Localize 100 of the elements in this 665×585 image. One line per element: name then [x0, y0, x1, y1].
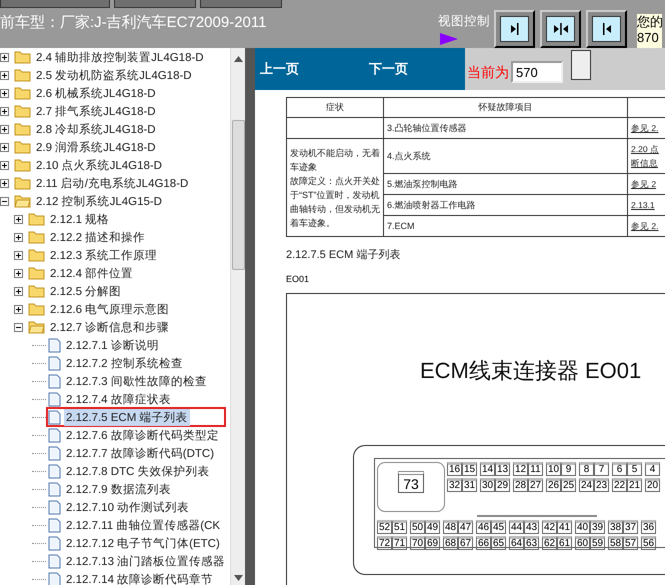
table-header-cell: 症状: [286, 98, 384, 118]
vehicle-model-text: 前车型：厂家:J-吉利汽车EC72009-2011: [0, 13, 266, 32]
go-button[interactable]: [571, 50, 591, 80]
reference-link[interactable]: 断信息: [631, 156, 663, 170]
expand-toggle[interactable]: [14, 232, 23, 242]
collapse-toggle[interactable]: [0, 196, 9, 206]
document-icon: [48, 338, 61, 352]
pin-label: 7: [594, 462, 609, 476]
pin-label: 61: [557, 536, 572, 550]
tab-button[interactable]: [200, 0, 282, 8]
previous-page-link[interactable]: 上一页: [260, 60, 299, 78]
folder-icon: [14, 176, 31, 190]
pin-label: 68: [443, 536, 458, 550]
expand-toggle[interactable]: [14, 214, 23, 224]
pin-label: 31: [462, 478, 477, 492]
page-number-field[interactable]: 570: [511, 61, 563, 83]
pin-label: 42: [542, 520, 557, 534]
document-icon: [48, 410, 61, 424]
expand-toggle[interactable]: [0, 124, 9, 134]
document-icon: [48, 374, 61, 388]
tab-button[interactable]: [114, 0, 196, 8]
pin-label: 69: [425, 536, 440, 550]
tree-item[interactable]: 2.12.7.9 数据流列表: [64, 480, 173, 498]
tree-item[interactable]: 2.12.4 部件位置: [48, 264, 136, 282]
next-page-link[interactable]: 下一页: [369, 60, 408, 78]
tree-item[interactable]: 2.12.7.13 油门踏板位置传感器: [64, 552, 228, 570]
pin-label: 23: [594, 478, 609, 492]
document-icon: [48, 482, 61, 496]
tree-item[interactable]: 2.4 辅助排放控制装置JL4G18-D: [34, 48, 206, 66]
tree-item[interactable]: 2.5 发动机防盗系统JL4G18-D: [34, 66, 194, 84]
tree-item[interactable]: 2.12.7 诊断信息和步骤: [48, 318, 172, 336]
view-button[interactable]: [540, 10, 581, 48]
tree-item[interactable]: 2.11 启动/充电系统JL4G18-D: [34, 174, 190, 192]
document-icon: [48, 356, 61, 370]
scrollbar[interactable]: [230, 48, 245, 585]
pin-label: 47: [458, 520, 473, 534]
tree-item[interactable]: 2.6 机械系统JL4G18-D: [34, 84, 158, 102]
folder-icon: [14, 104, 31, 118]
expand-toggle[interactable]: [0, 52, 9, 62]
tree-item[interactable]: 2.12.7.12 电子节气门体(ETC): [64, 534, 222, 552]
tree-item[interactable]: 2.7 排气系统JL4G18-D: [34, 102, 158, 120]
scroll-up-icon[interactable]: [234, 56, 242, 62]
tree-item[interactable]: 2.10 点火系统JL4G18-D: [34, 156, 164, 174]
pin-label: 72: [377, 536, 392, 550]
tree-item[interactable]: 2.8 冷却系统JL4G18-D: [34, 120, 158, 138]
pin-label: 22: [612, 478, 627, 492]
tree-item[interactable]: 2.12.7.5 ECM 端子列表: [64, 408, 190, 426]
folder-icon: [28, 284, 45, 298]
pin-label: 27: [528, 478, 543, 492]
pin-label: 52: [377, 520, 392, 534]
tree-item[interactable]: 2.12.7.4 故障症状表: [64, 390, 173, 408]
pin-label: 64: [509, 536, 524, 550]
tree-item[interactable]: 2.9 润滑系统JL4G18-D: [34, 138, 158, 156]
folder-icon: [14, 86, 31, 100]
tree-item[interactable]: 2.12.1 规格: [48, 210, 112, 228]
section-heading: 2.12.7.5 ECM 端子列表: [286, 248, 402, 262]
pin-label: 71: [392, 536, 407, 550]
expand-toggle[interactable]: [0, 70, 9, 80]
expand-toggle[interactable]: [14, 268, 23, 278]
expand-toggle[interactable]: [0, 142, 9, 152]
tree-item[interactable]: 2.12.3 系统工作原理: [48, 246, 160, 264]
tree-item[interactable]: 2.12.7.8 DTC 失效保护列表: [64, 462, 212, 480]
tree-item[interactable]: 2.12.6 电气原理示意图: [48, 300, 172, 318]
expand-toggle[interactable]: [0, 178, 9, 188]
expand-toggle[interactable]: [0, 160, 9, 170]
pin-label: 57: [623, 536, 638, 550]
tree-item[interactable]: 2.12.7.3 间歇性故障的检查: [64, 372, 209, 390]
view-button[interactable]: [494, 10, 535, 48]
user-info-text: 您的: [637, 14, 662, 30]
tree-item[interactable]: 2.12.5 分解图: [48, 282, 124, 300]
folder-icon: [28, 266, 45, 280]
pin-label: 41: [557, 520, 572, 534]
pin-label: 44: [509, 520, 524, 534]
tree-item[interactable]: 2.12 控制系统JL4G15-D: [34, 192, 164, 210]
pin-label: 73: [398, 471, 424, 493]
tree-item[interactable]: 2.12.7.1 诊断说明: [64, 336, 161, 354]
pin-label: 39: [590, 520, 605, 534]
expand-toggle[interactable]: [14, 286, 23, 296]
tree-item[interactable]: 2.12.7.14 故障诊断代码章节: [64, 570, 216, 585]
tree-item[interactable]: 2.12.2 描述和操作: [48, 228, 148, 246]
tree-item[interactable]: 2.12.7.7 故障诊断代码(DTC): [64, 444, 216, 462]
document-icon: [48, 500, 61, 514]
tree-item[interactable]: 2.12.7.2 控制系统检查: [64, 354, 185, 372]
tab-button[interactable]: [0, 0, 110, 8]
expand-toggle[interactable]: [0, 88, 9, 98]
pin-label: 43: [524, 520, 539, 534]
view-button[interactable]: [586, 10, 627, 48]
reference-link[interactable]: 2.20 点: [631, 142, 663, 156]
expand-toggle[interactable]: [14, 250, 23, 260]
tree-item[interactable]: 2.12.7.11 曲轴位置传感器(CK: [64, 516, 222, 534]
folder-icon: [14, 158, 31, 172]
tree-item[interactable]: 2.12.7.10 动作测试列表: [64, 498, 192, 516]
expand-toggle[interactable]: [14, 304, 23, 314]
expand-toggle[interactable]: [0, 106, 9, 116]
arrow-bar-icon: [552, 21, 568, 37]
pin-label: 40: [575, 520, 590, 534]
collapse-toggle[interactable]: [14, 322, 23, 332]
scroll-down-icon[interactable]: [234, 575, 242, 581]
scroll-thumb[interactable]: [232, 120, 244, 270]
tree-item[interactable]: 2.12.7.6 故障诊断代码类型定: [64, 426, 221, 444]
